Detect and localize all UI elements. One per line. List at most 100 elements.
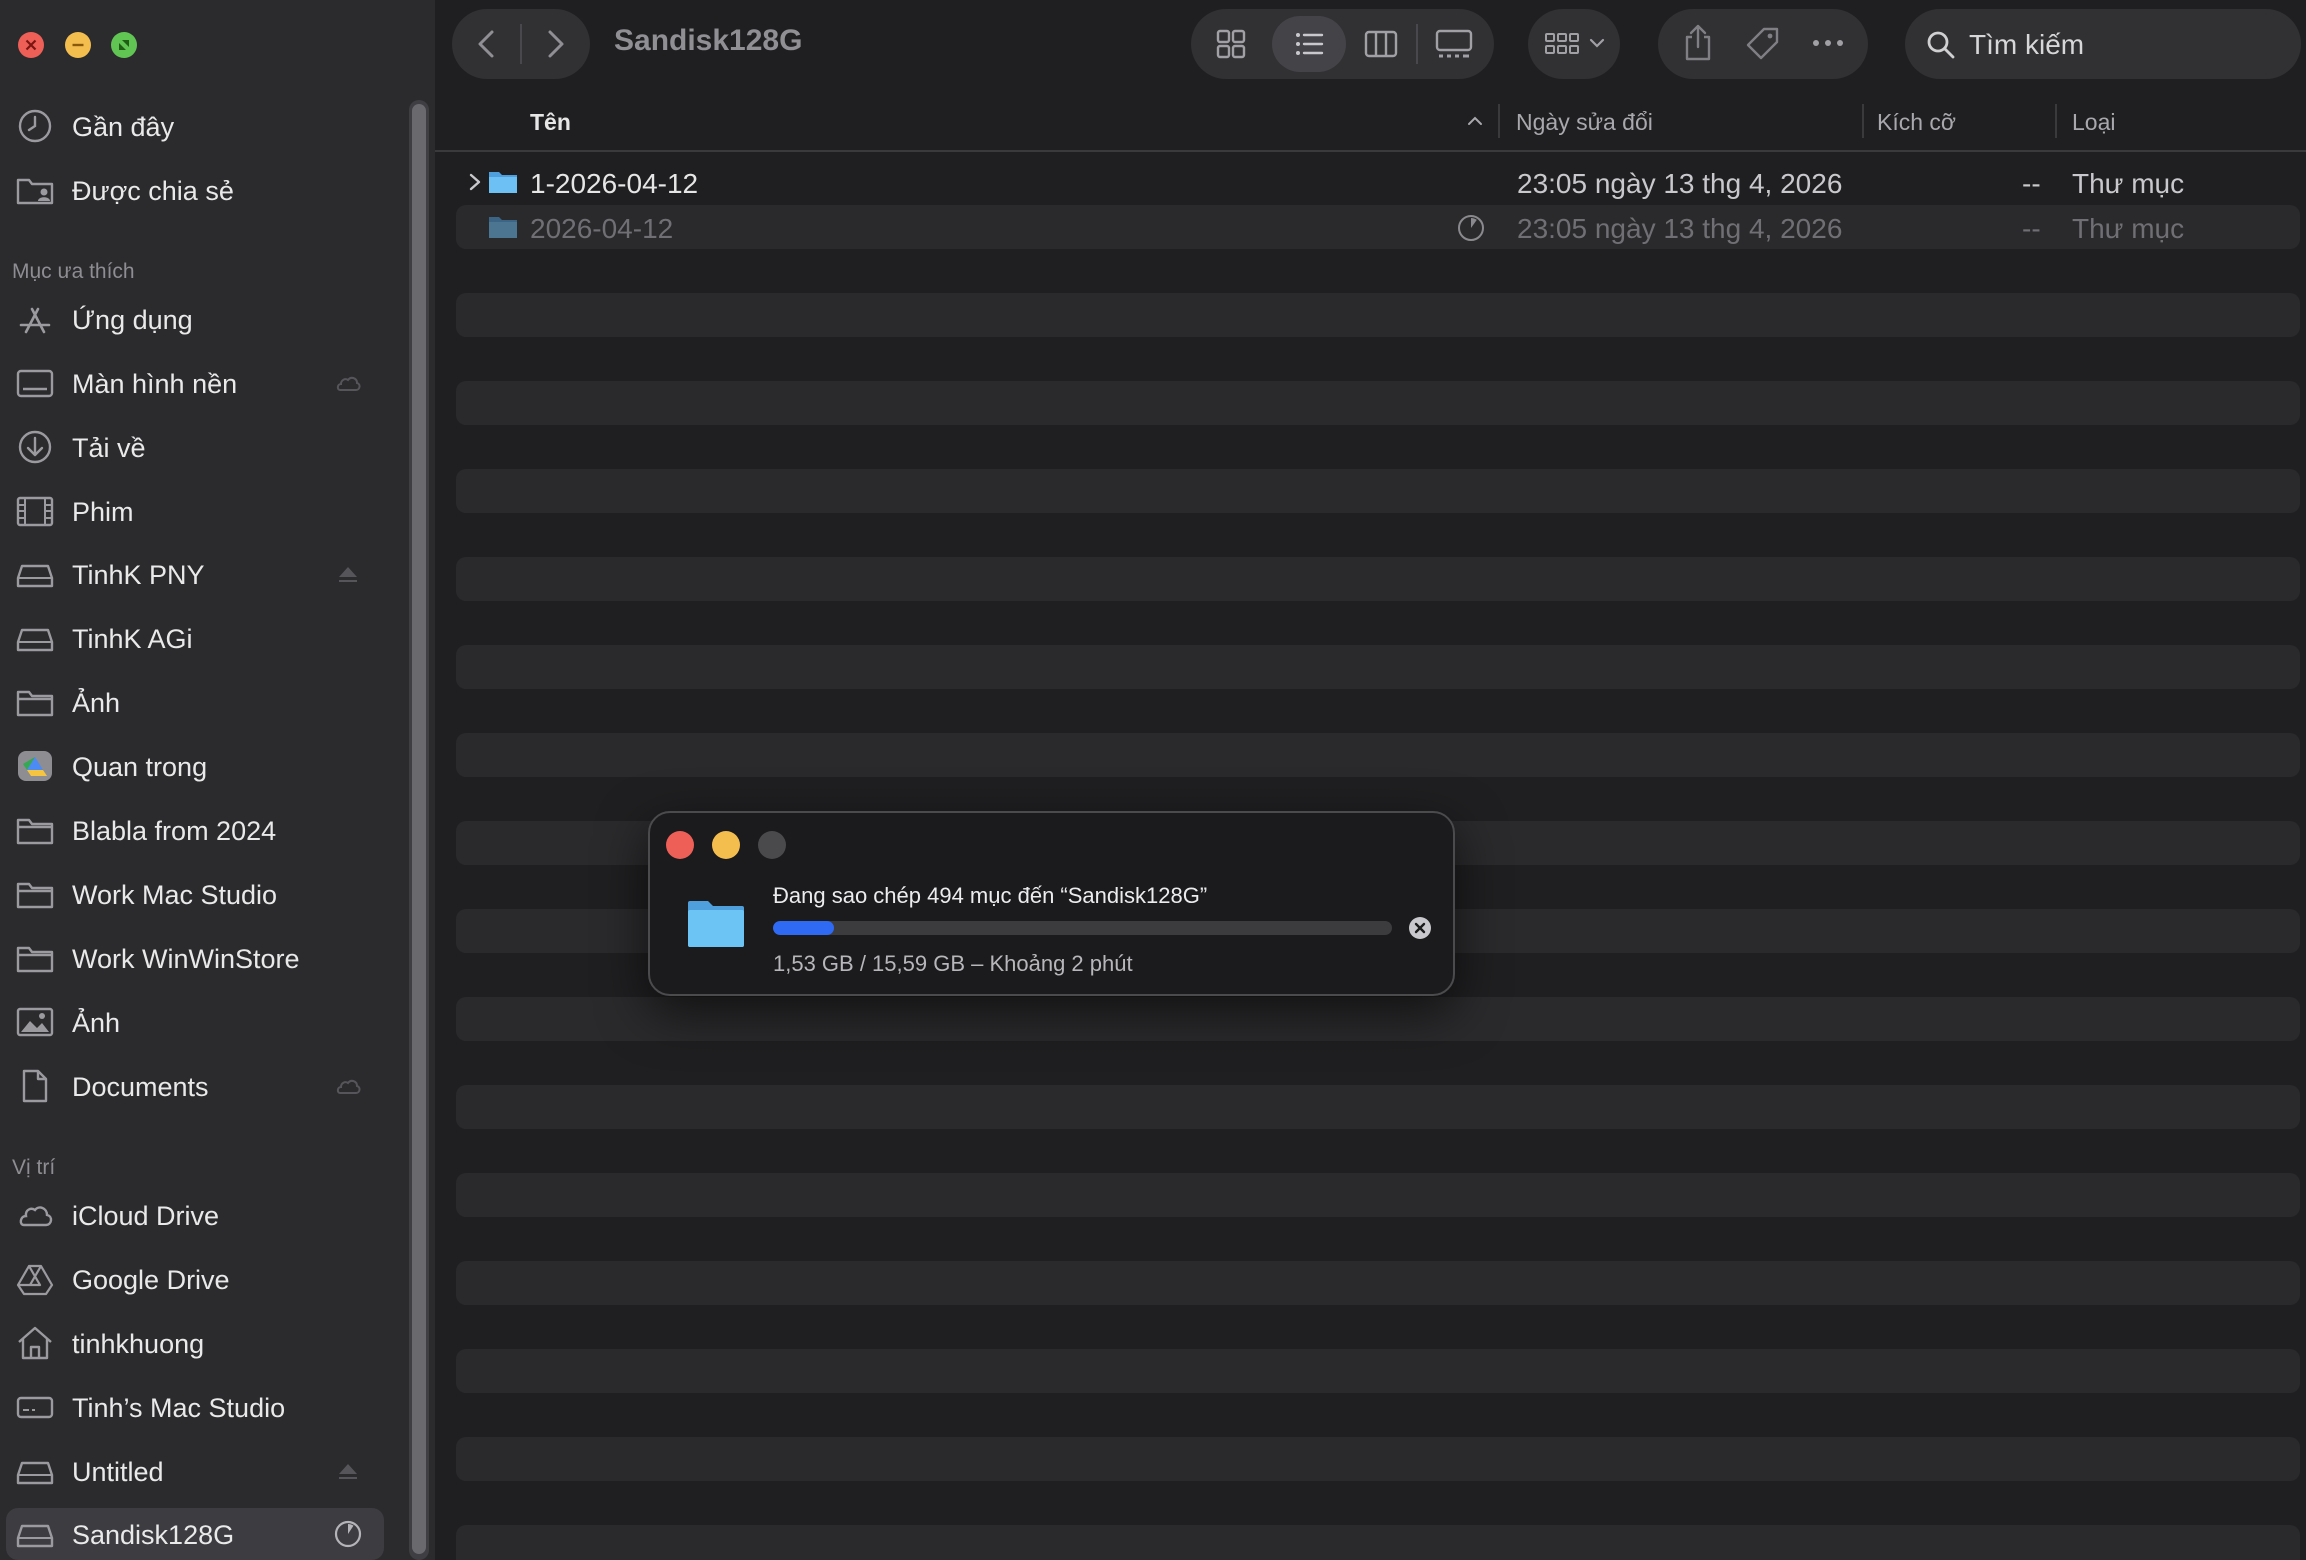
copy-progress-dialog: Đang sao chép 494 mục đến “Sandisk128G” … <box>648 811 1455 996</box>
chevron-right-icon[interactable] <box>536 26 572 62</box>
folder-icon <box>16 946 54 973</box>
zoom-button[interactable] <box>111 32 137 58</box>
sidebar-item-documents[interactable]: Documents <box>0 1060 383 1112</box>
column-header-kind[interactable]: Loại <box>2072 109 2115 136</box>
column-header-size[interactable]: Kích cỡ <box>1877 109 1956 136</box>
favorites-section-title: Mục ưa thích <box>12 260 135 283</box>
minimize-button[interactable] <box>65 32 91 58</box>
eject-icon[interactable] <box>332 559 364 589</box>
sidebar-item-downloads[interactable]: Tải về <box>0 421 383 473</box>
sidebar-item-untitled[interactable]: Untitled <box>0 1445 383 1497</box>
column-separator[interactable] <box>1498 104 1500 138</box>
sidebar-item-label: Được chia sẻ <box>72 176 234 206</box>
sidebar-item-label: iCloud Drive <box>72 1201 220 1231</box>
sidebar-item-photos[interactable]: Ảnh <box>0 996 383 1048</box>
sidebar-item-label: Untitled <box>72 1457 164 1487</box>
sort-ascending-icon <box>1468 116 1482 125</box>
cancel-copy-button[interactable] <box>1408 916 1432 940</box>
desktop-icon <box>16 369 54 398</box>
sidebar-item-home[interactable]: tinhkhuong <box>0 1317 383 1369</box>
column-header-date[interactable]: Ngày sửa đổi <box>1516 109 1653 136</box>
empty-row-stripe <box>456 1525 2300 1560</box>
sidebar-item-work-mac-studio[interactable]: Work Mac Studio <box>0 868 383 920</box>
copy-message: Đang sao chép 494 mục đến “Sandisk128G” <box>773 883 1208 908</box>
sidebar-item-label: Ứng dụng <box>72 305 193 335</box>
column-separator[interactable] <box>1862 104 1864 138</box>
sidebar-item-label: TinhK AGi <box>72 624 193 654</box>
empty-row-stripe <box>456 1261 2300 1305</box>
sidebar-item-work-winwinstore[interactable]: Work WinWinStore <box>0 932 383 984</box>
chevron-left-icon[interactable] <box>470 26 506 62</box>
folder-icon <box>489 217 517 238</box>
sidebar-item-movies[interactable]: Phim <box>0 485 383 537</box>
column-view-icon[interactable] <box>1363 26 1399 62</box>
progress-pie-icon <box>334 1520 362 1548</box>
folder-icon <box>489 172 517 193</box>
group-icon <box>1545 33 1579 54</box>
sidebar-item-label: Phim <box>72 497 134 527</box>
file-name: 1-2026-04-12 <box>530 168 699 199</box>
column-separator[interactable] <box>2055 104 2057 138</box>
computer-icon <box>16 1396 54 1419</box>
more-icon[interactable] <box>1810 31 1846 55</box>
sidebar-item-label: Gần đây <box>72 112 175 142</box>
cloud-icon <box>19 1206 53 1227</box>
sidebar-scrollbar[interactable] <box>409 100 429 1560</box>
file-kind: Thư mục <box>2072 168 2185 199</box>
column-header-bar: Tên Ngày sửa đổi Kích cỡ Loại <box>435 96 2306 152</box>
sidebar-item-tinhk-agi[interactable]: TinhK AGi <box>0 612 383 664</box>
file-date: 23:05 ngày 13 thg 4, 2026 <box>1517 213 1843 244</box>
sidebar-item-mac-studio[interactable]: Tinh’s Mac Studio <box>0 1381 383 1433</box>
folder-icon <box>16 882 54 909</box>
sidebar-item-quan-trong[interactable]: Quan trong <box>0 740 383 792</box>
sidebar-item-desktop[interactable]: Màn hình nền <box>0 357 383 409</box>
sidebar-item-sandisk128g[interactable]: Sandisk128G <box>6 1508 384 1560</box>
sidebar-scrollbar-thumb[interactable] <box>412 104 426 1554</box>
sidebar-item-applications[interactable]: Ứng dụng <box>0 293 383 345</box>
google-drive-icon <box>16 1264 54 1296</box>
sidebar-item-label: Tải về <box>72 433 146 463</box>
sidebar-item-google-drive[interactable]: Google Drive <box>0 1253 383 1305</box>
sidebar-item-label: Quan trong <box>72 752 208 782</box>
sidebar-item-label: Tinh’s Mac Studio <box>72 1393 286 1423</box>
tag-icon[interactable] <box>1744 25 1782 63</box>
disclosure-triangle-icon[interactable] <box>464 168 486 196</box>
sidebar-item-recents[interactable]: Gần đây <box>0 100 383 152</box>
icon-view-icon[interactable] <box>1213 26 1249 62</box>
gallery-view-icon[interactable] <box>1434 26 1474 62</box>
shared-folder-icon <box>16 178 54 205</box>
dialog-close-button[interactable] <box>666 831 694 859</box>
copy-progress-fill <box>773 921 834 935</box>
sidebar-item-tinhk-pny[interactable]: TinhK PNY <box>0 548 383 600</box>
folder-icon <box>16 818 54 845</box>
file-kind: Thư mục <box>2072 213 2185 244</box>
search-field[interactable]: Tìm kiếm <box>1905 9 2301 79</box>
empty-row-stripe <box>456 1437 2300 1481</box>
view-divider <box>1416 24 1418 64</box>
locations-section-title: Vị trí <box>12 1156 56 1179</box>
group-by-button[interactable] <box>1528 9 1620 79</box>
copy-detail: 1,53 GB / 15,59 GB – Khoảng 2 phút <box>773 951 1133 976</box>
eject-icon[interactable] <box>332 1456 364 1486</box>
sidebar-item-icloud-drive[interactable]: iCloud Drive <box>0 1189 383 1241</box>
cloud-icon <box>336 376 361 391</box>
column-header-name[interactable]: Tên <box>530 109 571 136</box>
empty-row-stripe <box>456 1349 2300 1393</box>
sidebar: Gần đây Được chia sẻ Mục ưa thích Ứng dụ… <box>0 0 435 1560</box>
share-icon[interactable] <box>1680 23 1716 63</box>
file-row[interactable]: 1-2026-04-12 23:05 ngày 13 thg 4, 2026 -… <box>456 160 2300 204</box>
sidebar-item-anh[interactable]: Ảnh <box>0 676 383 728</box>
copy-progress-bar <box>773 921 1392 935</box>
sidebar-item-blabla[interactable]: Blabla from 2024 <box>0 804 383 856</box>
photo-icon <box>16 1007 54 1037</box>
sidebar-item-label: Google Drive <box>72 1265 230 1295</box>
list-view-button[interactable] <box>1272 16 1346 72</box>
empty-row-stripe <box>456 997 2300 1041</box>
sidebar-item-label: Blabla from 2024 <box>72 816 277 846</box>
file-size: -- <box>2022 168 2041 199</box>
sidebar-item-shared[interactable]: Được chia sẻ <box>0 164 383 216</box>
dialog-minimize-button[interactable] <box>712 831 740 859</box>
file-row[interactable]: 2026-04-12 23:05 ngày 13 thg 4, 2026 -- … <box>456 205 2300 249</box>
close-button[interactable] <box>18 32 44 58</box>
drive-icon <box>16 564 54 588</box>
